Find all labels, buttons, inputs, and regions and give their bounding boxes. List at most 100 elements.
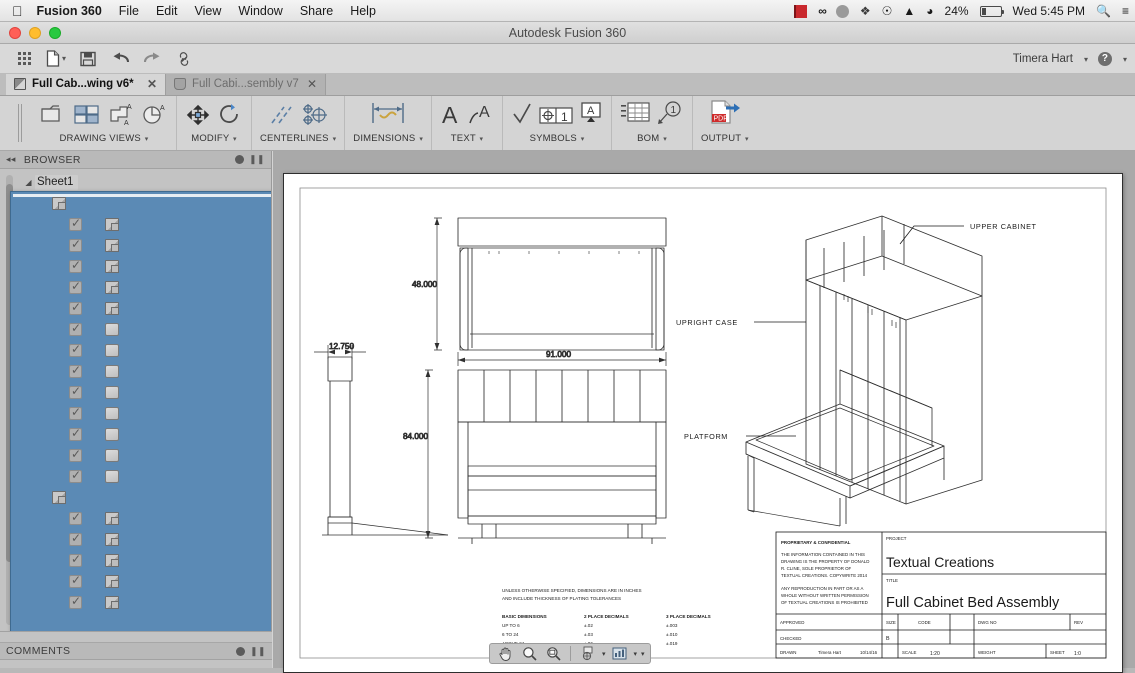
section-view-icon[interactable]: A <box>141 103 168 132</box>
overflow-caret-icon[interactable]: ▾ <box>641 650 645 658</box>
display-caret-icon[interactable]: ▾ <box>634 650 638 658</box>
tab-full-cabinet-drawing[interactable]: Full Cab...wing v6* ✕ <box>6 73 166 95</box>
display-settings-icon[interactable] <box>609 645 631 662</box>
table-icon[interactable] <box>620 101 650 132</box>
visibility-checkbox[interactable] <box>69 573 82 588</box>
zoom-magnifier-icon[interactable] <box>518 645 540 662</box>
visibility-checkbox[interactable] <box>69 342 82 357</box>
menu-item-view[interactable]: View <box>195 4 222 18</box>
pdf-export-icon[interactable]: PDF <box>709 99 741 132</box>
infinity-icon[interactable]: ∞ <box>818 4 826 18</box>
menu-item-window[interactable]: Window <box>238 4 282 18</box>
menu-item-file[interactable]: File <box>119 4 139 18</box>
svg-text:A: A <box>124 120 129 127</box>
check-symbol-icon[interactable] <box>511 101 533 132</box>
approved-label: APPROVED <box>780 620 804 625</box>
project-label: PROJECT <box>886 536 907 541</box>
visibility-checkbox[interactable] <box>69 468 82 483</box>
projected-view-icon[interactable] <box>73 103 102 132</box>
visibility-checkbox[interactable] <box>69 279 82 294</box>
user-menu-caret-icon[interactable]: ▾ <box>1084 55 1088 64</box>
apps-grid-icon[interactable] <box>10 47 38 71</box>
visibility-checkbox[interactable] <box>69 363 82 378</box>
visibility-checkbox[interactable] <box>69 594 82 609</box>
undo-button[interactable] <box>106 47 134 71</box>
google-drive-icon[interactable]: ▲ <box>903 4 915 18</box>
visibility-checkbox[interactable] <box>69 237 82 252</box>
visibility-checkbox[interactable] <box>69 321 82 336</box>
menu-item-edit[interactable]: Edit <box>156 4 178 18</box>
apple-icon[interactable]:  <box>12 4 23 18</box>
visibility-checkbox[interactable] <box>69 300 82 315</box>
bluetooth-icon[interactable]: ☉ <box>882 4 893 18</box>
expand-arrow-open-icon[interactable]: ◢ <box>22 178 35 187</box>
chevron-down-icon: ▾ <box>663 136 667 143</box>
svg-text:A: A <box>479 104 490 121</box>
move-icon[interactable] <box>185 103 211 132</box>
battery-icon[interactable] <box>979 5 1004 17</box>
leader-text-icon[interactable]: A <box>468 101 494 132</box>
panel-grip-icon[interactable]: ❚❚ <box>250 646 266 657</box>
visibility-checkbox[interactable] <box>69 531 82 546</box>
panel-settings-icon[interactable] <box>235 155 245 164</box>
user-name[interactable]: Timera Hart <box>1013 53 1073 65</box>
title-label: TITLE <box>886 578 898 583</box>
feature-control-icon[interactable]: 1 <box>539 105 573 132</box>
menu-item-fusion-360[interactable]: Fusion 360 <box>37 4 102 18</box>
balloon-icon[interactable]: 1 <box>656 101 684 132</box>
orbit-icon[interactable] <box>577 645 599 662</box>
assembly-icon <box>105 596 119 609</box>
code-label: CODE <box>918 620 931 625</box>
notification-list-icon[interactable]: ≡ <box>1122 4 1129 18</box>
close-icon[interactable]: ✕ <box>147 77 157 91</box>
visibility-checkbox[interactable] <box>69 447 82 462</box>
visibility-checkbox[interactable] <box>69 510 82 525</box>
zoom-fit-icon[interactable] <box>542 645 564 662</box>
center-mark-icon[interactable] <box>300 103 328 132</box>
tab-full-cabinet-assembly[interactable]: Full Cabi...sembly v7 ✕ <box>166 73 326 95</box>
comments-header[interactable]: COMMENTS ❚❚ <box>0 642 272 660</box>
screen-recorder-icon[interactable] <box>794 4 808 18</box>
link-icon[interactable] <box>170 47 198 71</box>
drawing-sheet[interactable]: 48.000 12.750 91.000 84.000 UPPER CABINE… <box>283 173 1123 673</box>
dropbox-icon[interactable]: ❖ <box>860 4 871 18</box>
visibility-checkbox[interactable] <box>69 384 82 399</box>
body-icon <box>105 428 119 441</box>
ribbon-grip[interactable] <box>18 104 22 142</box>
search-icon[interactable]: 🔍 <box>1096 4 1111 18</box>
panel-settings-icon[interactable] <box>236 646 246 656</box>
help-icon[interactable]: ? <box>1097 52 1112 66</box>
assembly-icon <box>105 512 119 525</box>
dimension-icon[interactable] <box>369 101 407 132</box>
pan-hand-icon[interactable] <box>494 645 516 662</box>
ribbon-group-bom: 1 BOM ▾ <box>612 96 694 150</box>
visibility-checkbox[interactable] <box>69 258 82 273</box>
redo-button[interactable] <box>138 47 166 71</box>
visibility-checkbox[interactable] <box>69 216 82 231</box>
menu-item-help[interactable]: Help <box>350 4 376 18</box>
visibility-checkbox[interactable] <box>69 405 82 420</box>
collapse-panel-icon[interactable]: ◂◂ <box>6 154 16 165</box>
creative-cloud-icon[interactable] <box>835 4 849 18</box>
browser-tree-row[interactable]: ◢ Sheet1 <box>0 172 271 631</box>
close-icon[interactable]: ✕ <box>307 77 317 91</box>
surface-texture-icon[interactable]: A <box>579 101 603 132</box>
notes-row-1-three: ±.010 <box>666 632 678 637</box>
rotate-icon[interactable] <box>217 103 243 132</box>
drawing-canvas[interactable]: ⇾ ⇾ ⇪ <box>273 151 1135 673</box>
wifi-icon[interactable]: ◕ <box>926 4 933 18</box>
help-caret-icon[interactable]: ▾ <box>1123 55 1127 64</box>
visibility-checkbox[interactable] <box>69 552 82 567</box>
new-document-button[interactable]: ▾ <box>42 47 70 71</box>
menu-item-share[interactable]: Share <box>300 4 333 18</box>
centerline-icon[interactable] <box>268 103 294 132</box>
visibility-checkbox[interactable] <box>69 426 82 441</box>
panel-grip-icon[interactable]: ❚❚ <box>249 154 265 165</box>
save-button[interactable] <box>74 47 102 71</box>
detail-view-icon[interactable]: AA <box>108 103 135 132</box>
clock[interactable]: Wed 5:45 PM <box>1013 4 1085 18</box>
base-view-icon[interactable] <box>40 103 67 132</box>
dimension-84: 84.000 <box>403 432 428 441</box>
text-icon[interactable]: A <box>440 101 462 132</box>
orbit-caret-icon[interactable]: ▾ <box>602 650 606 658</box>
